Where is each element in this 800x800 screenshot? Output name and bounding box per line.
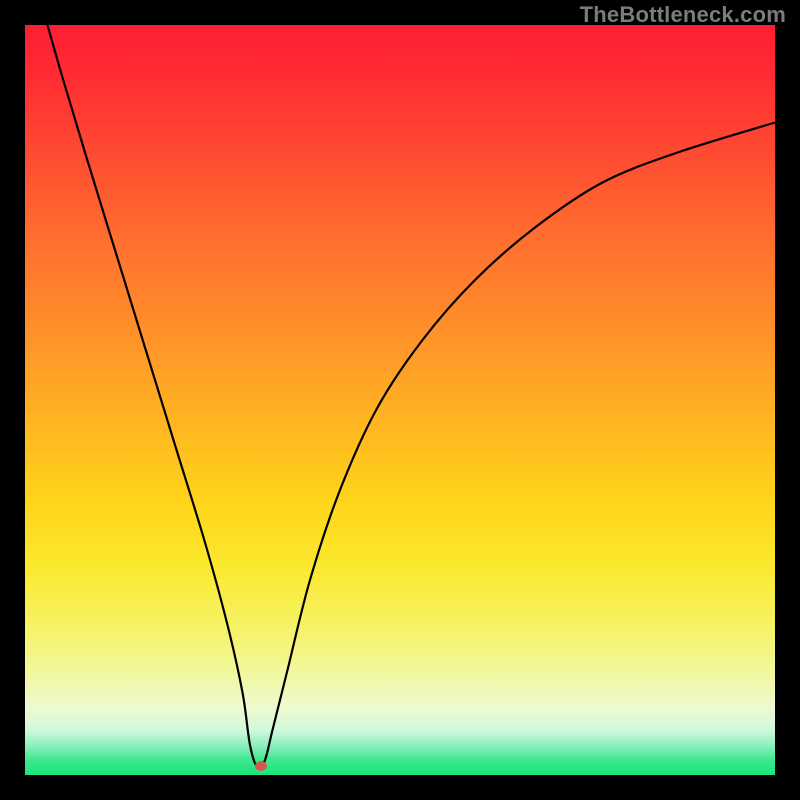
plot-area <box>25 25 775 775</box>
chart-frame: TheBottleneck.com <box>0 0 800 800</box>
curve-svg <box>25 25 775 775</box>
bottleneck-curve <box>48 25 776 768</box>
minimum-marker <box>255 761 267 771</box>
